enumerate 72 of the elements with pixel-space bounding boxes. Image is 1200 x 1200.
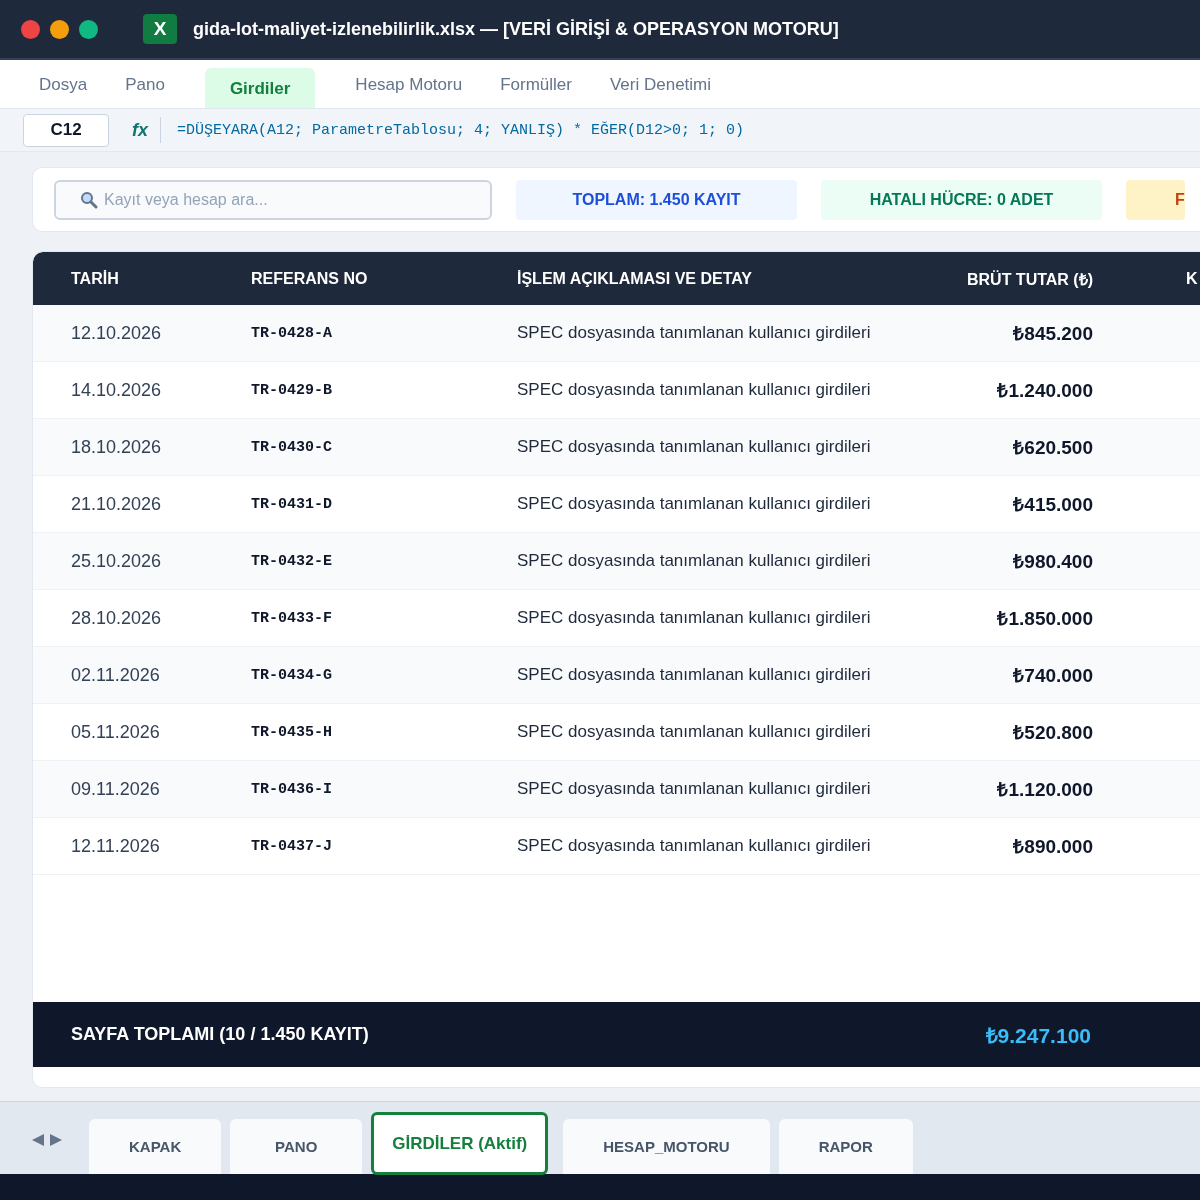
reference-cell-text: TR-0428-A bbox=[251, 324, 333, 342]
description-cell-text: SPEC dosyasında tanımlanan kullanıcı girdileri bbox=[517, 836, 872, 856]
maximize-button[interactable] bbox=[79, 19, 98, 39]
status-badge: TOPLAM: 1.450 KAYIT bbox=[516, 179, 797, 220]
reference-cell-text: TR-0436-I bbox=[251, 780, 333, 798]
totals-label: SAYFA TOPLAMI (10 / 1.450 KAYIT) bbox=[71, 1024, 370, 1045]
menu-tab[interactable]: Formüller bbox=[482, 68, 590, 108]
description-cell-text: SPEC dosyasında tanımlanan kullanıcı girdileri bbox=[517, 608, 872, 628]
amount-cell-text: ₺845.200 bbox=[1012, 322, 1093, 346]
app-logo: X bbox=[143, 14, 177, 44]
date-cell-text: 28.10.2026 bbox=[71, 607, 163, 629]
reference-cell-text: TR-0430-C bbox=[251, 438, 333, 456]
amount-cell-text: ₺620.500 bbox=[1012, 436, 1093, 460]
cell-reference-field[interactable]: C12 bbox=[23, 113, 109, 147]
description-cell-text: SPEC dosyasında tanımlanan kullanıcı girdileri bbox=[517, 722, 872, 742]
sheet-tab[interactable]: PANO bbox=[230, 1119, 363, 1174]
search-icon bbox=[80, 190, 98, 209]
date-cell-text: 02.11.2026 bbox=[71, 664, 161, 686]
next-sheet-icon[interactable] bbox=[50, 1134, 62, 1146]
description-cell-text: SPEC dosyasında tanımlanan kullanıcı girdileri bbox=[517, 779, 872, 799]
reference-cell-text: TR-0435-H bbox=[251, 723, 333, 741]
date-cell-text: 18.10.2026 bbox=[71, 436, 163, 458]
date-cell-text: 12.11.2026 bbox=[71, 835, 161, 857]
status-badge: HATALI HÜCRE: 0 ADET bbox=[821, 179, 1102, 220]
amount-cell-text: ₺1.240.000 bbox=[996, 379, 1093, 403]
reference-cell-text: TR-0434-G bbox=[251, 666, 333, 684]
description-cell-text: SPEC dosyasında tanımlanan kullanıcı girdileri bbox=[517, 551, 872, 571]
reference-cell-text: TR-0433-F bbox=[251, 609, 333, 627]
sheet-tab[interactable]: GİRDİLER (Aktif) bbox=[371, 1112, 549, 1175]
column-header: K bbox=[1185, 269, 1199, 288]
sheet-tab[interactable]: RAPOR bbox=[778, 1119, 913, 1174]
window-title: gida-lot-maliyet-izlenebilirlik.xlsx — [VERİ GİRİŞİ & OPERASYON MOTORU] bbox=[193, 18, 839, 40]
status-badge: F bbox=[1126, 179, 1185, 220]
description-cell-text: SPEC dosyasında tanımlanan kullanıcı girdileri bbox=[517, 380, 872, 400]
amount-cell-text: ₺1.120.000 bbox=[996, 778, 1093, 802]
previous-sheet-icon[interactable] bbox=[32, 1134, 44, 1146]
menu-tab[interactable]: Pano bbox=[107, 68, 183, 108]
sheet-tab[interactable]: KAPAK bbox=[89, 1119, 222, 1174]
function-label: fx bbox=[132, 117, 161, 143]
close-button[interactable] bbox=[21, 19, 40, 39]
amount-cell-text: ₺520.800 bbox=[1012, 721, 1093, 745]
menu-tab[interactable]: Dosya bbox=[21, 68, 106, 108]
date-cell-text: 09.11.2026 bbox=[71, 778, 161, 800]
column-header: İŞLEM AÇIKLAMASI VE DETAY bbox=[517, 269, 753, 288]
reference-cell-text: TR-0437-J bbox=[251, 837, 333, 855]
column-header: BRÜT TUTAR (₺) bbox=[966, 269, 1093, 290]
amount-cell-text: ₺415.000 bbox=[1012, 493, 1093, 517]
amount-cell-text: ₺980.400 bbox=[1012, 550, 1093, 574]
formula-field[interactable]: =DÜŞEYARA(A12; ParametreTablosu; 4; YANLIŞ) * EĞER(D12>0; 1; 0) bbox=[177, 121, 745, 139]
description-cell-text: SPEC dosyasında tanımlanan kullanıcı girdileri bbox=[517, 323, 872, 343]
menu-tab[interactable]: Hesap Motoru bbox=[337, 68, 481, 108]
column-header: REFERANS NO bbox=[251, 269, 369, 288]
minimize-button[interactable] bbox=[50, 19, 69, 39]
reference-cell-text: TR-0431-D bbox=[251, 495, 333, 513]
date-cell-text: 21.10.2026 bbox=[71, 493, 163, 515]
amount-cell-text: ₺890.000 bbox=[1012, 835, 1093, 859]
totals-value: ₺9.247.100 bbox=[984, 1022, 1091, 1049]
amount-cell-text: ₺740.000 bbox=[1012, 664, 1093, 688]
reference-cell-text: TR-0429-B bbox=[251, 381, 333, 399]
menu-tab[interactable]: Veri Denetimi bbox=[591, 68, 730, 108]
column-header: TARİH bbox=[71, 269, 120, 288]
date-cell-text: 12.10.2026 bbox=[71, 322, 163, 344]
date-cell-text: 25.10.2026 bbox=[71, 550, 163, 572]
sheet-tab[interactable]: HESAP_MOTORU bbox=[563, 1119, 770, 1174]
amount-cell-text: ₺1.850.000 bbox=[996, 607, 1093, 631]
description-cell-text: SPEC dosyasında tanımlanan kullanıcı girdileri bbox=[517, 665, 872, 685]
description-cell-text: SPEC dosyasında tanımlanan kullanıcı girdileri bbox=[517, 494, 872, 514]
reference-cell-text: TR-0432-E bbox=[251, 552, 333, 570]
date-cell-text: 14.10.2026 bbox=[71, 379, 163, 401]
menu-tab[interactable]: Girdiler bbox=[204, 68, 316, 108]
description-cell-text: SPEC dosyasında tanımlanan kullanıcı girdileri bbox=[517, 437, 872, 457]
date-cell-text: 05.11.2026 bbox=[71, 721, 161, 743]
